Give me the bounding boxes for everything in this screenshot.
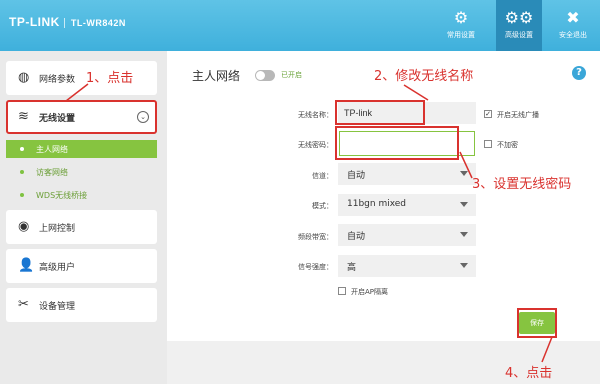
tools-icon: ✂ <box>18 297 29 312</box>
basic-settings-button[interactable]: ⚙ 常用设置 <box>438 0 484 51</box>
bandwidth-value: 自动 <box>347 232 366 242</box>
no-encrypt-label: 不加密 <box>497 141 518 149</box>
help-icon[interactable]: ? <box>572 66 586 80</box>
network-icon: ◍ <box>18 70 30 85</box>
sidebar-subitem-label: 访客网络 <box>36 168 68 177</box>
ssid-highlight-box <box>335 100 425 125</box>
model-name: TL-WR842N <box>63 18 126 28</box>
dropdown-arrow-icon <box>460 263 468 268</box>
sidebar-subitem-label: WDS无线桥接 <box>36 191 88 200</box>
logout-button[interactable]: ✖ 安全退出 <box>550 0 596 51</box>
ap-isolation-label: 开启AP隔离 <box>351 288 389 296</box>
save-button[interactable]: 保存 <box>519 312 555 334</box>
gear-icon: ⚙ <box>453 8 469 27</box>
broadcast-label: 开启无线广播 <box>497 111 539 119</box>
dropdown-arrow-icon <box>460 171 468 176</box>
page-title: 主人网络 <box>192 69 241 83</box>
broadcast-checkbox[interactable]: ✓ <box>484 110 492 118</box>
ssid-label: 无线名称： <box>298 111 333 119</box>
sidebar-item-label: 无线设置 <box>39 114 76 124</box>
channel-value: 自动 <box>347 171 366 181</box>
toggle-status-text: 已开启 <box>281 71 302 79</box>
sidebar-item-device-mgmt[interactable]: ✂ 设备管理 <box>6 288 157 322</box>
annotation-step4: 4、点击 <box>505 366 553 381</box>
sidebar-subitem-wds[interactable]: WDS无线桥接 <box>6 186 157 204</box>
mode-select[interactable]: 11bgn mixed <box>338 194 476 216</box>
password-highlight-box <box>335 126 459 160</box>
sidebar-item-label: 网络参数 <box>39 75 76 85</box>
sidebar-item-wireless[interactable]: ≋ 无线设置 ⌄ <box>6 100 157 134</box>
signal-value: 高 <box>347 263 357 273</box>
brand-logo: TP-LINK TL-WR842N <box>9 15 126 29</box>
signal-select[interactable]: 高 <box>338 255 476 277</box>
channel-select[interactable]: 自动 <box>338 163 476 185</box>
top-header: TP-LINK TL-WR842N ⚙ 常用设置 ⚙⚙ 高级设置 ✖ 安全退出 <box>0 0 600 51</box>
main-panel: 主人网络 已开启 ? 无线名称： ✓ 开启无线广播 无线密码： 不加密 信道： … <box>167 51 600 341</box>
gears-icon: ⚙⚙ <box>504 8 534 27</box>
mode-value: 11bgn mixed <box>347 199 407 209</box>
user-icon: 👤 <box>18 258 35 273</box>
sidebar-item-advanced-users[interactable]: 👤 高级用户 <box>6 249 157 283</box>
toggle-knob <box>256 71 265 80</box>
channel-label: 信道： <box>312 172 333 180</box>
sidebar-item-label: 设备管理 <box>39 302 76 312</box>
sidebar-subitem-label: 主人网络 <box>36 145 68 154</box>
globe-icon: ◉ <box>18 219 30 234</box>
bandwidth-label: 频段带宽： <box>298 233 333 241</box>
annotation-step3: 3、设置无线密码 <box>472 177 572 192</box>
sidebar-subitem-guest-network[interactable]: 访客网络 <box>6 163 157 181</box>
logout-label: 安全退出 <box>559 31 587 39</box>
bullet-icon <box>20 170 24 174</box>
mode-label: 模式： <box>312 202 333 210</box>
sidebar: ◍ 网络参数 ≋ 无线设置 ⌄ 主人网络 访客网络 WDS无线桥接 ◉ 上网控制… <box>0 51 167 384</box>
annotation-step1: 1、点击 <box>86 71 134 86</box>
wifi-icon: ≋ <box>18 109 29 124</box>
annotation-step2: 2、修改无线名称 <box>374 69 474 84</box>
ap-isolation-checkbox[interactable] <box>338 287 346 295</box>
bullet-icon <box>20 147 24 151</box>
dropdown-arrow-icon <box>460 202 468 207</box>
bandwidth-select[interactable]: 自动 <box>338 224 476 246</box>
no-encrypt-checkbox[interactable] <box>484 140 492 148</box>
sidebar-subitem-host-network[interactable]: 主人网络 <box>6 140 157 158</box>
advanced-settings-button[interactable]: ⚙⚙ 高级设置 <box>496 0 542 51</box>
basic-settings-label: 常用设置 <box>447 31 475 39</box>
password-label: 无线密码： <box>298 141 333 149</box>
sidebar-item-label: 上网控制 <box>39 224 76 234</box>
close-icon: ✖ <box>566 8 580 27</box>
host-network-toggle[interactable] <box>255 70 275 81</box>
brand-name: TP-LINK <box>9 15 60 29</box>
sidebar-item-network[interactable]: ◍ 网络参数 <box>6 61 157 95</box>
chevron-down-icon[interactable]: ⌄ <box>137 111 149 123</box>
sidebar-item-internet-control[interactable]: ◉ 上网控制 <box>6 210 157 244</box>
signal-label: 信号强度： <box>298 263 333 271</box>
sidebar-item-label: 高级用户 <box>39 263 76 273</box>
bullet-icon <box>20 193 24 197</box>
dropdown-arrow-icon <box>460 232 468 237</box>
advanced-settings-label: 高级设置 <box>505 31 533 39</box>
